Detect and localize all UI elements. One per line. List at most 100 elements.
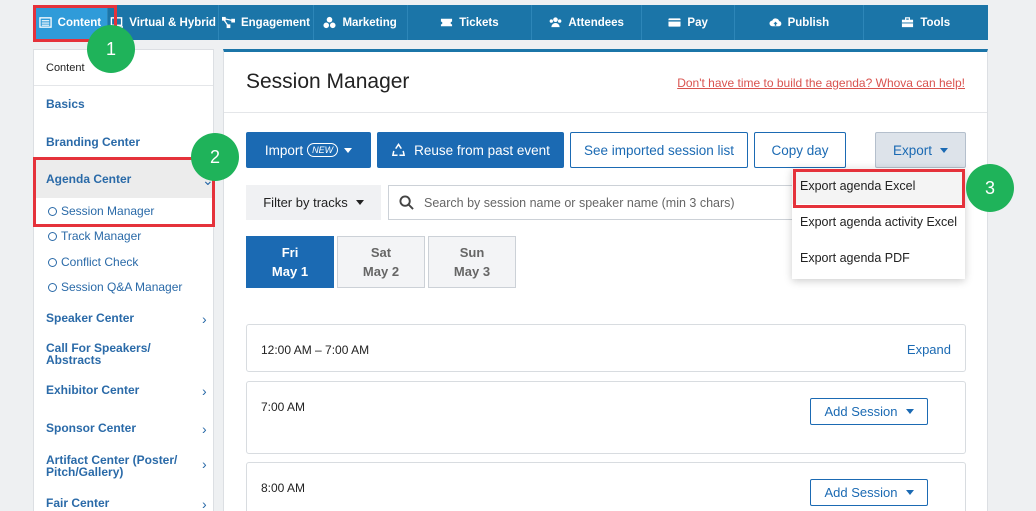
menu-item-export-agenda-pdf[interactable]: Export agenda PDF <box>792 240 965 276</box>
day-label: Sun <box>459 245 485 260</box>
day-label: Fri <box>281 245 299 260</box>
tab-label: Content <box>57 16 102 29</box>
tab-tools[interactable]: Tools <box>864 5 988 40</box>
tab-label: Virtual & Hybrid <box>129 16 216 29</box>
export-button[interactable]: Export <box>875 132 966 168</box>
caret-down-icon <box>355 200 364 205</box>
sidebar-item-label: Pitch/Gallery) <box>46 465 124 479</box>
chevron-right-icon: › <box>202 496 207 511</box>
sidebar-item-label: Agenda Center <box>46 172 132 186</box>
tab-tickets[interactable]: Tickets <box>408 5 533 40</box>
import-label: Import <box>264 142 304 158</box>
chevron-right-icon: › <box>202 456 207 472</box>
slot-time: 12:00 AM – 7:00 AM <box>261 343 370 357</box>
export-label: Export <box>892 142 933 158</box>
chevron-right-icon: › <box>202 421 207 437</box>
tab-label: Tools <box>920 16 951 29</box>
chevron-right-icon: › <box>202 311 207 327</box>
tab-marketing[interactable]: Marketing <box>314 5 408 40</box>
sidebar-subitem-label: Session Q&A Manager <box>61 280 183 294</box>
sidebar-item-sponsor-center[interactable]: Sponsor Center › <box>46 421 216 437</box>
menu-item-export-activity-excel[interactable]: Export agenda activity Excel <box>792 204 965 240</box>
day-date: May 2 <box>362 264 400 279</box>
sidebar-item-artifact-center[interactable]: Artifact Center (Poster/ Pitch/Gallery) … <box>46 454 216 478</box>
reuse-button[interactable]: Reuse from past event <box>377 132 564 168</box>
tab-label: Marketing <box>342 16 397 29</box>
day-tab-fri[interactable]: Fri May 1 <box>246 236 334 288</box>
marketing-icon <box>323 16 336 29</box>
network-icon <box>221 16 235 29</box>
day-date: May 1 <box>271 264 309 279</box>
day-tab-sat[interactable]: Sat May 2 <box>337 236 425 288</box>
see-imported-button[interactable]: See imported session list <box>570 132 748 168</box>
step-badge-2: 2 <box>191 133 239 181</box>
add-session-button[interactable]: Add Session <box>810 398 928 425</box>
time-slot: 8:00 AM Add Session <box>246 462 966 511</box>
sidebar-item-label: Exhibitor Center <box>46 383 140 397</box>
sidebar-subitem-label: Session Manager <box>61 204 155 218</box>
tab-attendees[interactable]: Attendees <box>532 5 643 40</box>
caret-down-icon <box>905 409 914 414</box>
circle-icon <box>48 231 57 241</box>
slot-time: 8:00 AM <box>261 481 306 495</box>
time-slot: 7:00 AM Add Session <box>246 381 966 454</box>
tab-engagement[interactable]: Engagement <box>219 5 314 40</box>
reuse-label: Reuse from past event <box>414 142 550 158</box>
toolbox-icon <box>902 17 914 28</box>
page-title: Session Manager <box>246 70 410 93</box>
sidebar-subitem-label: Conflict Check <box>61 255 139 269</box>
caret-down-icon <box>905 490 914 495</box>
import-button[interactable]: Import NEW <box>246 132 371 168</box>
new-badge: NEW <box>307 143 339 157</box>
search-input[interactable] <box>424 195 784 210</box>
circle-icon <box>48 257 57 267</box>
slot-time: 7:00 AM <box>261 400 306 414</box>
main-panel: Session Manager Don't have time to build… <box>223 49 988 511</box>
sidebar-item-speaker-center[interactable]: Speaker Center › <box>46 311 216 327</box>
expand-link[interactable]: Expand <box>907 342 951 357</box>
sidebar-subitem-session-qa-manager[interactable]: Session Q&A Manager <box>48 280 182 294</box>
filter-by-tracks-button[interactable]: Filter by tracks <box>246 185 381 220</box>
sidebar-item-label: Speaker Center <box>46 311 135 325</box>
ticket-icon <box>441 18 453 27</box>
caret-down-icon <box>940 147 949 153</box>
list-icon <box>38 17 52 28</box>
divider <box>224 112 987 113</box>
sidebar-subitem-conflict-check[interactable]: Conflict Check <box>48 255 138 269</box>
sidebar: Content Basics Branding Center Agenda Ce… <box>33 49 214 511</box>
add-session-label: Add Session <box>824 404 898 419</box>
circle-icon <box>48 282 57 292</box>
sidebar-subitem-label: Track Manager <box>61 229 142 243</box>
sidebar-item-agenda-center[interactable]: Agenda Center ⌄ <box>46 172 214 188</box>
search-box <box>388 185 808 220</box>
day-date: May 3 <box>453 264 491 279</box>
circle-icon <box>48 206 57 216</box>
cloud-upload-icon <box>769 18 781 27</box>
step-badge-1: 1 <box>87 25 135 73</box>
sidebar-item-exhibitor-center[interactable]: Exhibitor Center › <box>46 383 216 399</box>
day-tab-sun[interactable]: Sun May 3 <box>428 236 516 288</box>
sidebar-subitem-track-manager[interactable]: Track Manager <box>48 229 141 243</box>
add-session-button[interactable]: Add Session <box>810 479 928 506</box>
tab-label: Pay <box>687 16 708 29</box>
tab-publish[interactable]: Publish <box>735 5 864 40</box>
export-dropdown-menu: Export agenda Excel Export agenda activi… <box>792 168 965 279</box>
sidebar-item-call-for-speakers[interactable]: Call For Speakers/ Abstracts <box>46 342 151 366</box>
time-slot: 12:00 AM – 7:00 AM Expand <box>246 324 966 372</box>
tab-label: Engagement <box>240 16 310 29</box>
sidebar-item-branding-center[interactable]: Branding Center <box>46 135 140 149</box>
sidebar-item-fair-center[interactable]: Fair Center › <box>46 496 216 511</box>
tab-pay[interactable]: Pay <box>642 5 736 40</box>
tab-label: Publish <box>787 16 830 29</box>
tab-label: Attendees <box>568 16 624 29</box>
copy-day-button[interactable]: Copy day <box>754 132 846 168</box>
sidebar-item-basics[interactable]: Basics <box>46 97 85 111</box>
sidebar-subitem-session-manager[interactable]: Session Manager <box>48 204 154 218</box>
sidebar-item-label: Fair Center <box>46 496 110 510</box>
top-nav: Content Virtual & Hybrid Engagement Mark… <box>33 5 988 40</box>
sidebar-item-label: Sponsor Center <box>46 421 137 435</box>
users-icon <box>549 17 562 28</box>
menu-item-export-agenda-excel[interactable]: Export agenda Excel <box>792 168 965 204</box>
agenda-help-link[interactable]: Don't have time to build the agenda? Who… <box>677 76 965 90</box>
recycle-icon <box>392 142 406 156</box>
